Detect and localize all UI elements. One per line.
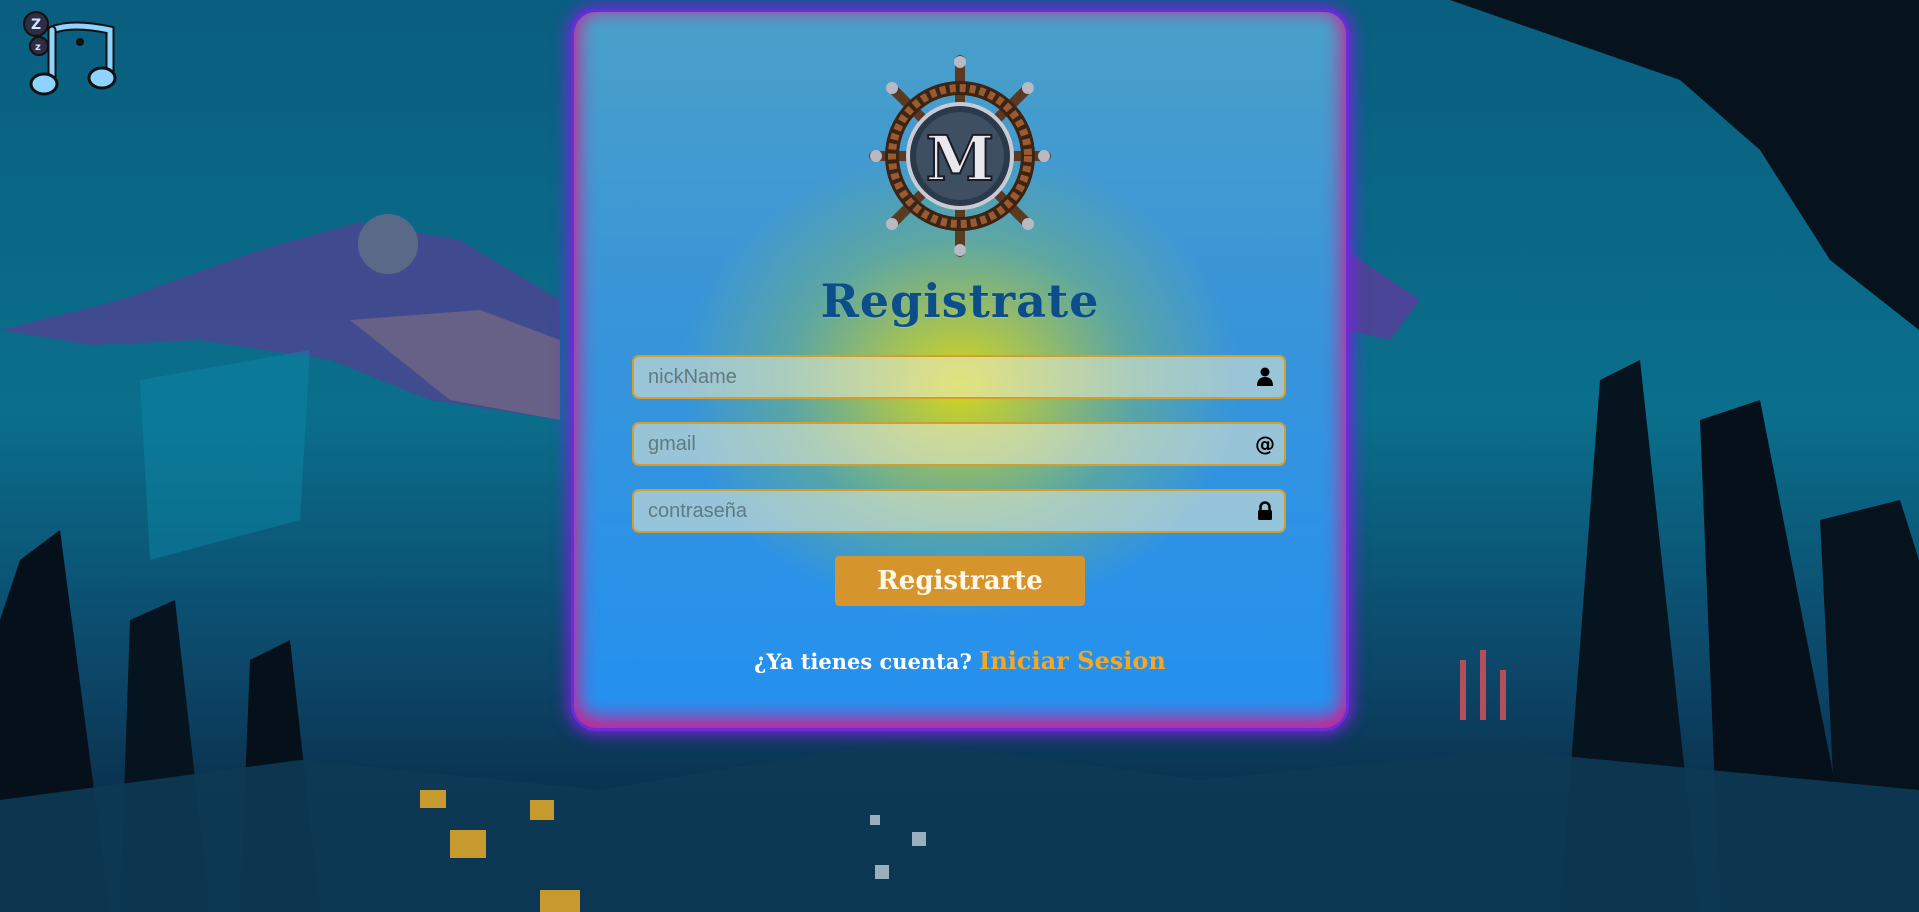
gmail-field: @ (632, 422, 1286, 466)
register-button[interactable]: Registrarte (835, 556, 1085, 606)
nickname-field (632, 355, 1286, 399)
page-title: Registrate (820, 274, 1100, 328)
logo-letter: M (926, 122, 995, 195)
music-toggle-button[interactable]: Z z (22, 8, 118, 96)
svg-text:z: z (35, 42, 41, 53)
gmail-input[interactable] (634, 424, 1284, 464)
password-input[interactable] (634, 491, 1284, 531)
login-prompt: ¿Ya tienes cuenta? Iniciar Sesion (574, 646, 1346, 675)
svg-text:Z: Z (31, 17, 41, 33)
at-icon: @ (1255, 432, 1275, 456)
user-icon (1254, 366, 1276, 388)
login-link[interactable]: Iniciar Sesion (979, 646, 1166, 675)
nickname-input[interactable] (634, 357, 1284, 397)
login-prompt-text: ¿Ya tienes cuenta? (754, 649, 972, 674)
music-sleep-icon: Z z (23, 11, 117, 96)
ship-wheel-logo: M (868, 54, 1052, 258)
register-card: M Registrate @ Registrarte ¿Ya tienes cu… (574, 12, 1346, 728)
password-field (632, 489, 1286, 533)
lock-icon (1254, 500, 1276, 522)
